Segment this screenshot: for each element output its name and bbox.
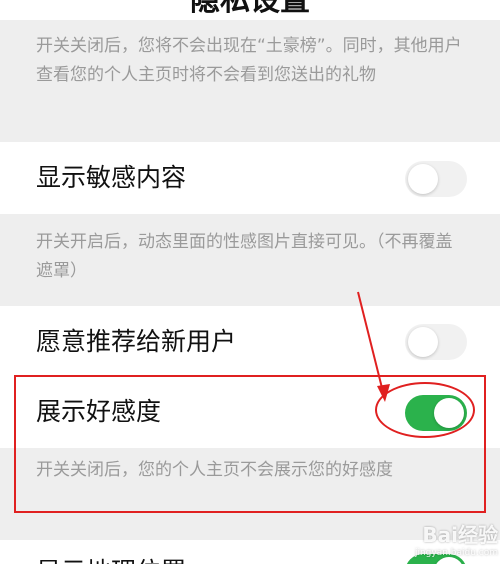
- setting-label-location: 显示地理位置: [36, 554, 186, 564]
- chevron-left-icon[interactable]: ‹: [14, 0, 54, 10]
- toggle-favorability[interactable]: [405, 395, 467, 431]
- watermark-url: jingyan.baidu.com: [414, 548, 498, 558]
- toggle-knob: [408, 164, 438, 194]
- page-title: 隐私设置: [190, 0, 310, 18]
- watermark-brand: Bai经验: [422, 523, 498, 547]
- nav-bar: ‹ 隐私设置: [0, 0, 500, 20]
- setting-row-favorability[interactable]: 展示好感度: [0, 376, 500, 448]
- setting-label-favorability: 展示好感度: [36, 397, 162, 426]
- setting-label-recommend: 愿意推荐给新用户: [36, 327, 237, 356]
- tuhao-description-text: 开关关闭后，您将不会出现在“土豪榜”。同时，其他用户查看您的个人主页时将不会看到…: [36, 36, 462, 85]
- sensitive-description: 开关开启后，动态里面的性感图片直接可见。（不再覆盖遮罩）: [0, 214, 500, 306]
- favorability-description-text: 开关关闭后，您的个人主页不会展示您的好感度: [36, 460, 393, 480]
- toggle-sensitive[interactable]: [405, 161, 467, 197]
- setting-row-sensitive[interactable]: 显示敏感内容: [0, 142, 500, 214]
- toggle-knob: [408, 327, 438, 357]
- tuhao-description: 开关关闭后，您将不会出现在“土豪榜”。同时，其他用户查看您的个人主页时将不会看到…: [0, 20, 500, 142]
- setting-label-sensitive: 显示敏感内容: [36, 163, 187, 192]
- toggle-knob: [434, 398, 464, 428]
- toggle-recommend[interactable]: [405, 324, 467, 360]
- setting-row-recommend[interactable]: 愿意推荐给新用户: [0, 306, 500, 376]
- sensitive-description-text: 开关开启后，动态里面的性感图片直接可见。（不再覆盖遮罩）: [36, 232, 453, 281]
- watermark: Bai经验 jingyan.baidu.com: [386, 524, 498, 564]
